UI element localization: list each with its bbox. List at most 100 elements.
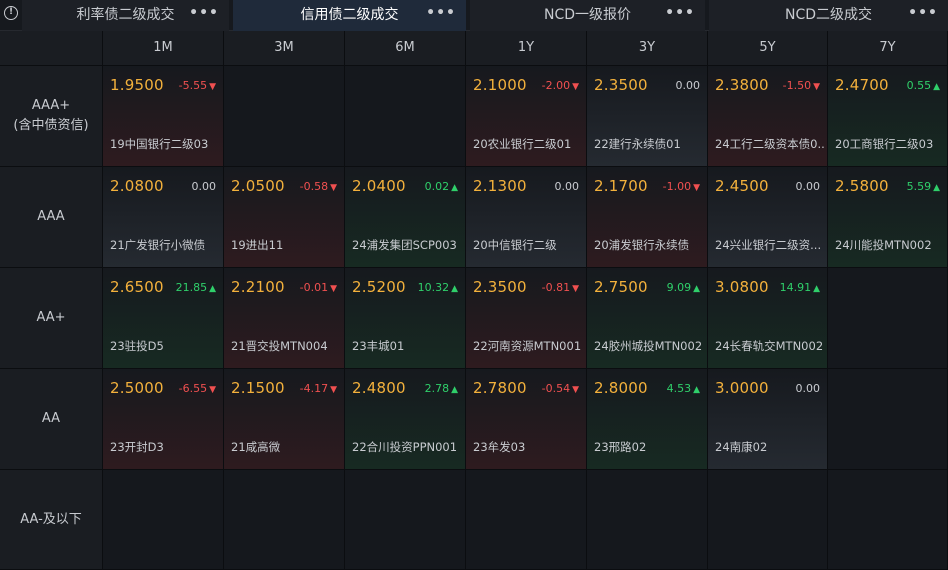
empty-cell xyxy=(345,470,466,570)
yield-price: 3.0800 xyxy=(715,278,769,296)
bond-name: 23邢路02 xyxy=(594,440,647,454)
yield-change: 10.32 ▲ xyxy=(418,281,458,294)
yield-change: -0.54 ▼ xyxy=(542,382,579,395)
quote-cell[interactable]: 2.1700 -1.00 ▼ 20浦发银行永续债 xyxy=(587,167,708,268)
bond-name: 19进出11 xyxy=(231,238,284,252)
bond-name: 21晋交投MTN004 xyxy=(231,339,328,353)
change-value: 9.09 xyxy=(666,281,692,294)
quote-cell[interactable]: 2.4800 2.78 ▲ 22合川投资PPN001 xyxy=(345,369,466,470)
yield-price: 2.1500 xyxy=(231,379,285,397)
quote-cell[interactable]: 2.1000 -2.00 ▼ 20农业银行二级01 xyxy=(466,66,587,167)
row-header-rating: AA-及以下 xyxy=(0,470,103,570)
bond-name: 20工商银行二级03 xyxy=(835,137,934,151)
quote-cell[interactable]: 2.5000 -6.55 ▼ 23开封D3 xyxy=(103,369,224,470)
quote-cell[interactable]: 2.5800 5.59 ▲ 24川能投MTN002 xyxy=(828,167,948,268)
quote-cell[interactable]: 2.3800 -1.50 ▼ 24工行二级资本债0... xyxy=(708,66,828,167)
more-options-icon[interactable]: ••• xyxy=(665,0,695,30)
bond-name: 23丰城01 xyxy=(352,339,405,353)
bond-name: 24胶州城投MTN002 xyxy=(594,339,703,353)
yield-change: 0.00 xyxy=(192,180,217,193)
quote-cell[interactable]: 2.3500 -0.81 ▼ 22河南资源MTN001 xyxy=(466,268,587,369)
column-header-3M[interactable]: 3M xyxy=(224,31,345,66)
yield-price: 2.3500 xyxy=(473,278,527,296)
yield-change: 0.00 xyxy=(796,180,821,193)
yield-change: -6.55 ▼ xyxy=(179,382,216,395)
quote-cell[interactable]: 2.7800 -0.54 ▼ 23牟发03 xyxy=(466,369,587,470)
column-header-6M[interactable]: 6M xyxy=(345,31,466,66)
change-value: -5.55 xyxy=(178,79,208,92)
yield-change: 0.00 xyxy=(676,79,701,92)
arrow-up-icon: ▲ xyxy=(451,183,458,193)
quote-cell[interactable]: 2.7500 9.09 ▲ 24胶州城投MTN002 xyxy=(587,268,708,369)
yield-change: -4.17 ▼ xyxy=(300,382,337,395)
credit-bond-grid: 1M 3M 6M 1Y 3Y 5Y 7Y AAA+ (含中债资信) 1.9500 -5.55 ▼ 19… xyxy=(0,31,948,570)
info-icon[interactable]: ! xyxy=(4,6,18,20)
row-header-rating: AA xyxy=(0,369,103,470)
yield-price: 2.1000 xyxy=(473,76,527,94)
bond-name: 24浦发集团SCP003 xyxy=(352,238,457,252)
column-header-1M[interactable]: 1M xyxy=(103,31,224,66)
bond-name: 23开封D3 xyxy=(110,440,164,454)
tab-2[interactable]: NCD一级报价 ••• xyxy=(470,0,705,31)
more-options-icon[interactable]: ••• xyxy=(426,0,456,30)
arrow-up-icon: ▲ xyxy=(209,284,216,294)
quote-cell[interactable]: 2.6500 21.85 ▲ 23驻投D5 xyxy=(103,268,224,369)
arrow-down-icon: ▼ xyxy=(330,385,337,395)
bond-name: 21咸高微 xyxy=(231,440,281,454)
change-value: -1.00 xyxy=(662,180,692,193)
quote-cell[interactable]: 3.0800 14.91 ▲ 24长春轨交MTN002 xyxy=(708,268,828,369)
change-value: 0.55 xyxy=(906,79,932,92)
quote-cell[interactable]: 2.3500 0.00 22建行永续债01 xyxy=(587,66,708,167)
yield-change: 0.00 xyxy=(555,180,580,193)
quote-cell[interactable]: 2.8000 4.53 ▲ 23邢路02 xyxy=(587,369,708,470)
quote-cell[interactable]: 2.0800 0.00 21广发银行小微债 xyxy=(103,167,224,268)
arrow-down-icon: ▼ xyxy=(813,82,820,92)
empty-cell xyxy=(828,369,948,470)
tab-bar: ! 利率债二级成交 ••• 信用债二级成交 ••• NCD一级报价 ••• NCD二级成交 •… xyxy=(0,0,948,31)
quote-cell[interactable]: 2.1300 0.00 20中信银行二级 xyxy=(466,167,587,268)
quote-cell[interactable]: 2.0400 0.02 ▲ 24浦发集团SCP003 xyxy=(345,167,466,268)
tab-3[interactable]: NCD二级成交 ••• xyxy=(709,0,948,31)
change-value: -0.81 xyxy=(541,281,571,294)
bond-name: 19中国银行二级03 xyxy=(110,137,209,151)
quote-cell[interactable]: 2.5200 10.32 ▲ 23丰城01 xyxy=(345,268,466,369)
yield-change: 2.78 ▲ xyxy=(425,382,458,395)
quote-cell[interactable]: 2.4700 0.55 ▲ 20工商银行二级03 xyxy=(828,66,948,167)
yield-price: 2.4500 xyxy=(715,177,769,195)
arrow-up-icon: ▲ xyxy=(933,82,940,92)
column-header-5Y[interactable]: 5Y xyxy=(708,31,828,66)
tab-1[interactable]: 信用债二级成交 ••• xyxy=(233,0,466,31)
bond-name: 24南康02 xyxy=(715,440,768,454)
change-value: -6.55 xyxy=(178,382,208,395)
yield-price: 2.2100 xyxy=(231,278,285,296)
yield-change: -0.01 ▼ xyxy=(300,281,337,294)
quote-cell[interactable]: 3.0000 0.00 24南康02 xyxy=(708,369,828,470)
empty-cell xyxy=(828,268,948,369)
change-value: 4.53 xyxy=(666,382,692,395)
quote-cell[interactable]: 2.2100 -0.01 ▼ 21晋交投MTN004 xyxy=(224,268,345,369)
quote-cell[interactable]: 1.9500 -5.55 ▼ 19中国银行二级03 xyxy=(103,66,224,167)
column-header-3Y[interactable]: 3Y xyxy=(587,31,708,66)
quote-cell[interactable]: 2.0500 -0.58 ▼ 19进出11 xyxy=(224,167,345,268)
more-options-icon[interactable]: ••• xyxy=(908,0,938,30)
quote-cell[interactable]: 2.1500 -4.17 ▼ 21咸高微 xyxy=(224,369,345,470)
quote-cell[interactable]: 2.4500 0.00 24兴业银行二级资... xyxy=(708,167,828,268)
change-value: 0.00 xyxy=(191,180,217,193)
more-options-icon[interactable]: ••• xyxy=(189,0,219,30)
column-header-1Y[interactable]: 1Y xyxy=(466,31,587,66)
arrow-up-icon: ▲ xyxy=(693,284,700,294)
bond-name: 20浦发银行永续债 xyxy=(594,238,690,252)
empty-cell xyxy=(466,470,587,570)
yield-change: 14.91 ▲ xyxy=(780,281,820,294)
column-header-7Y[interactable]: 7Y xyxy=(828,31,948,66)
yield-change: 21.85 ▲ xyxy=(176,281,216,294)
arrow-down-icon: ▼ xyxy=(209,385,216,395)
empty-cell xyxy=(708,470,828,570)
empty-cell xyxy=(345,66,466,167)
empty-cell xyxy=(103,470,224,570)
change-value: 0.00 xyxy=(795,180,821,193)
empty-cell xyxy=(587,470,708,570)
tab-0[interactable]: 利率债二级成交 ••• xyxy=(22,0,229,31)
yield-change: 0.00 xyxy=(796,382,821,395)
arrow-up-icon: ▲ xyxy=(813,284,820,294)
